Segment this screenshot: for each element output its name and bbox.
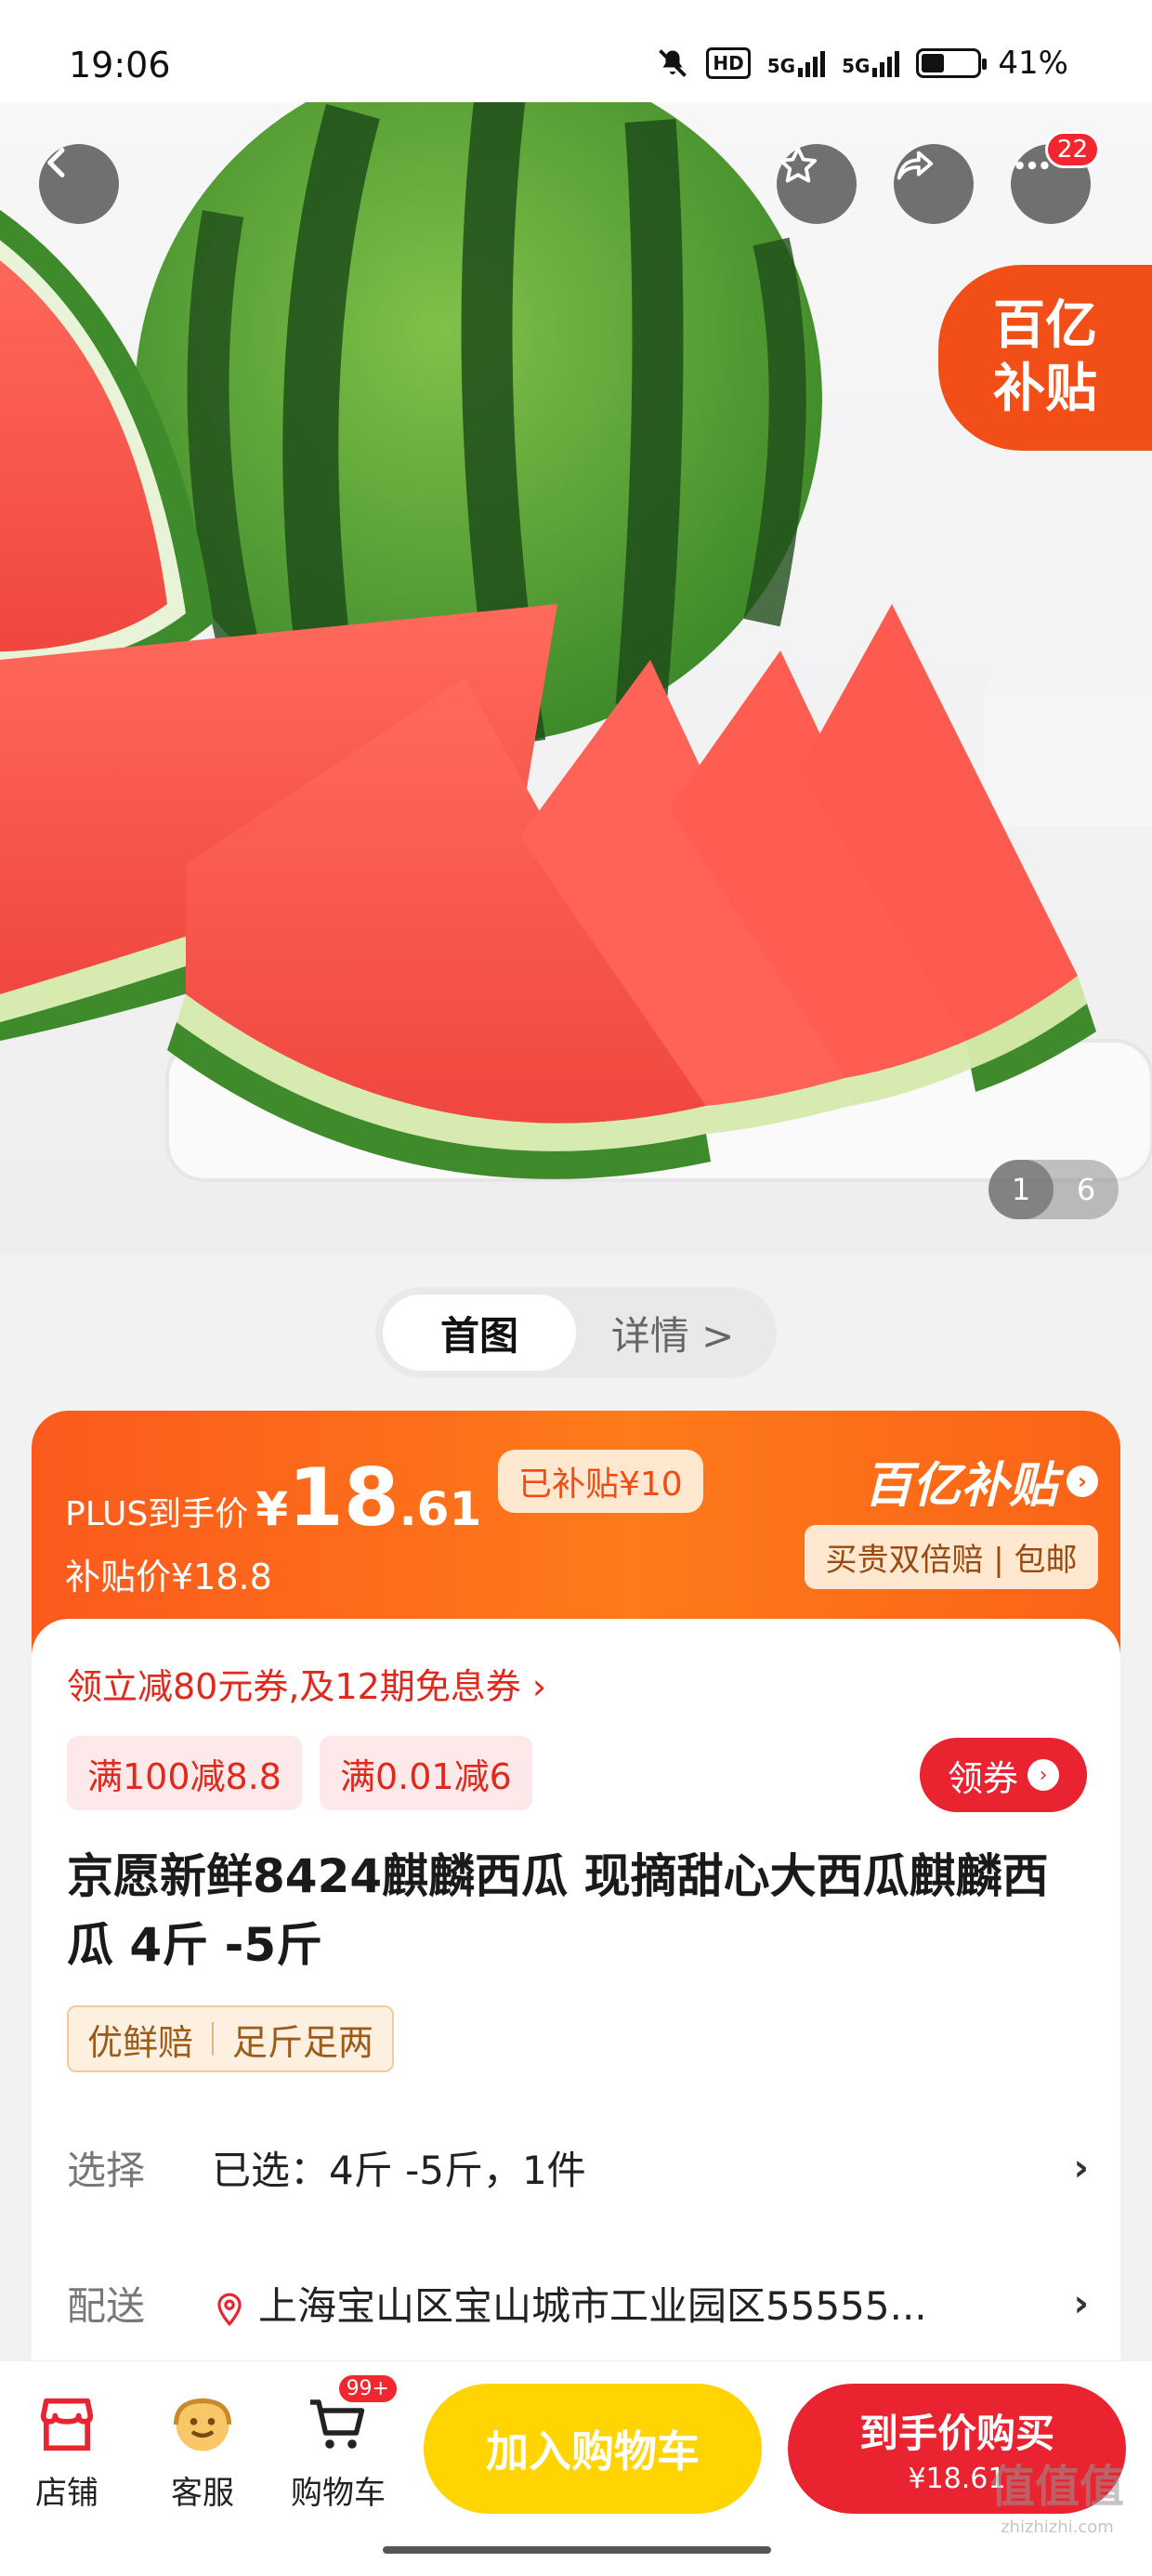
bottom-action-bar: 店铺 客服 99+ 购物车 加入购物车 到手价购买 ¥18.61 值值值 zhi…	[0, 2360, 1152, 2576]
customer-service-button[interactable]: 客服	[137, 2387, 268, 2513]
buy-now-label: 到手价购买	[858, 2411, 1054, 2456]
spec-select-label: 选择	[67, 2148, 146, 2193]
store-icon	[40, 2398, 94, 2451]
plus-price: PLUS到手价 ¥ 18 .61	[65, 1452, 481, 1544]
coupon-chip[interactable]: 满100减8.8	[67, 1736, 302, 1810]
back-button[interactable]	[39, 144, 119, 224]
get-coupon-button[interactable]: 领券 ›	[920, 1738, 1087, 1812]
guarantee-tag: 优鲜赔	[87, 2021, 194, 2063]
subsidy-tag-line1: 百亿	[993, 296, 1097, 356]
customer-service-icon	[173, 2398, 232, 2451]
subsidy-brand-title: 百亿补贴	[863, 1458, 1057, 1514]
cart-button[interactable]: 99+ 购物车	[273, 2372, 403, 2513]
store-button[interactable]: 店铺	[2, 2387, 132, 2513]
guarantee-tag: 足斤足两	[232, 2021, 374, 2063]
hd-icon: HD	[706, 47, 751, 79]
add-to-cart-button[interactable]: 加入购物车	[424, 2384, 762, 2514]
coupon-link[interactable]: 领立减80元券,及12期免息券 ›	[67, 1658, 546, 1709]
location-pin-icon	[217, 2293, 242, 2326]
favorite-button[interactable]	[777, 144, 857, 224]
share-icon	[897, 151, 934, 180]
battery-text: 41%	[998, 45, 1068, 82]
delivery-row[interactable]: 配送 上海宝山区宝山城市工业园区55555... ›	[67, 2275, 1089, 2332]
chevron-right-icon: ›	[1073, 2281, 1089, 2325]
back-arrow-icon	[47, 148, 65, 177]
mute-icon	[659, 49, 687, 77]
price-integer: 18	[287, 1452, 399, 1544]
pager-current: 1	[988, 1160, 1054, 1219]
subsidized-badge: 已补贴¥10	[498, 1450, 703, 1513]
subsidy-price: 补贴价¥18.8	[65, 1557, 272, 1597]
more-button[interactable]: 22	[1011, 131, 1100, 224]
delivery-value-wrap: 上海宝山区宝山城市工业园区55555...	[212, 2275, 1074, 2332]
price-currency: ¥	[255, 1482, 288, 1536]
chevron-right-icon: ›	[1067, 1465, 1098, 1497]
price-decimal: .61	[399, 1482, 482, 1536]
spec-select-row[interactable]: 选择 已选：4斤 -5斤，1件 ›	[67, 2139, 1089, 2196]
get-coupon-label: 领券	[947, 1757, 1018, 1799]
plus-price-label: PLUS到手价	[65, 1495, 249, 1533]
more-badge: 22	[1044, 131, 1100, 168]
store-label: 店铺	[35, 2475, 98, 2512]
tab-details[interactable]: 详情 >	[576, 1295, 769, 1371]
signal-2-icon: 5G	[842, 49, 900, 77]
status-time: 19:06	[69, 45, 171, 85]
pager-total: 6	[1076, 1172, 1096, 1207]
guarantee-tags[interactable]: 优鲜赔 足斤足两	[67, 2005, 395, 2072]
share-button[interactable]	[894, 144, 974, 224]
delivery-label: 配送	[67, 2283, 146, 2329]
watermark: 值值值 zhizhizhi.com	[989, 2461, 1124, 2537]
subsidy-tag-line2: 补贴	[993, 359, 1097, 419]
cart-label: 购物车	[291, 2475, 386, 2512]
tab-main-image[interactable]: 首图	[383, 1295, 576, 1371]
subsidy-brand-sub: 买贵双倍赔 | 包邮	[805, 1525, 1098, 1589]
battery-icon	[916, 48, 988, 78]
star-icon	[779, 146, 818, 183]
product-image[interactable]: 22 百亿 补贴 1 6	[0, 102, 1152, 1255]
subsidy-brand[interactable]: 百亿补贴 › 买贵双倍赔 | 包邮	[805, 1446, 1098, 1589]
product-info-card: 领立减80元券,及12期免息券 › 满100减8.8 满0.01减6 领券 › …	[32, 1619, 1120, 2362]
watermelon-illustration	[0, 102, 1152, 1182]
delivery-address: 上海宝山区宝山城市工业园区55555...	[258, 2283, 927, 2329]
signal-1-icon: 5G	[767, 49, 826, 77]
chevron-right-icon: ›	[1028, 1759, 1059, 1791]
coupon-chip[interactable]: 满0.01减6	[320, 1736, 532, 1810]
home-indicator[interactable]	[383, 2546, 771, 2554]
status-bar: 19:06 HD 5G 5G 41%	[0, 0, 1152, 102]
subsidy-tag: 百亿 补贴	[938, 265, 1152, 451]
product-title: 京愿新鲜8424麒麟西瓜 现摘甜心大西瓜麒麟西瓜 4斤 -5斤	[67, 1849, 1049, 1972]
status-icons: HD 5G 5G 41%	[656, 45, 1068, 82]
spec-select-value: 已选：4斤 -5斤，1件	[212, 2148, 586, 2193]
cart-badge: 99+	[335, 2372, 399, 2405]
image-tabs: 首图 详情 >	[375, 1287, 777, 1378]
image-pager: 1 6	[988, 1160, 1119, 1219]
chevron-right-icon: ›	[1073, 2146, 1089, 2189]
customer-service-label: 客服	[171, 2475, 234, 2512]
